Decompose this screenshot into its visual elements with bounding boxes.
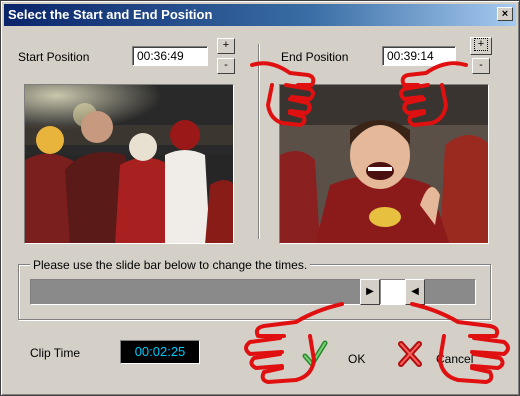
end-time-field[interactable]: 00:39:14 — [382, 46, 456, 66]
play-left-icon: ◀ — [411, 286, 419, 297]
close-button[interactable]: × — [497, 7, 513, 21]
selected-range — [381, 280, 405, 304]
close-icon: × — [501, 8, 509, 20]
start-slider-handle[interactable]: ▶ — [360, 279, 380, 305]
video-separator — [258, 44, 260, 239]
cancel-button[interactable]: Cancel — [392, 332, 488, 376]
start-position-label: Start Position — [18, 50, 90, 64]
play-right-icon: ▶ — [366, 286, 374, 297]
red-x-icon — [398, 341, 422, 367]
end-position-label: End Position — [281, 50, 349, 64]
start-decrement-button[interactable]: - — [217, 58, 235, 74]
start-video-frame — [24, 84, 234, 244]
checkmark-icon — [302, 340, 328, 368]
end-decrement-button[interactable]: - — [472, 58, 490, 74]
start-frame-image — [25, 85, 233, 243]
end-increment-label: + — [473, 38, 489, 51]
dialog-title: Select the Start and End Position — [8, 7, 213, 22]
title-bar: Select the Start and End Position × — [4, 4, 516, 26]
start-time-field[interactable]: 00:36:49 — [132, 46, 208, 66]
start-increment-button[interactable]: + — [217, 38, 235, 54]
ok-button[interactable]: OK — [296, 332, 386, 376]
clip-time-display: 00:02:25 — [120, 340, 200, 364]
end-slider-handle[interactable]: ◀ — [405, 279, 425, 305]
ok-label: OK — [348, 352, 366, 366]
end-video-frame — [279, 84, 489, 244]
end-frame-image — [280, 85, 488, 243]
clip-time-label: Clip Time — [30, 346, 81, 360]
slider-instruction: Please use the slide bar below to change… — [30, 258, 311, 272]
cancel-label: Cancel — [436, 352, 474, 366]
end-increment-button[interactable]: + — [470, 37, 492, 55]
